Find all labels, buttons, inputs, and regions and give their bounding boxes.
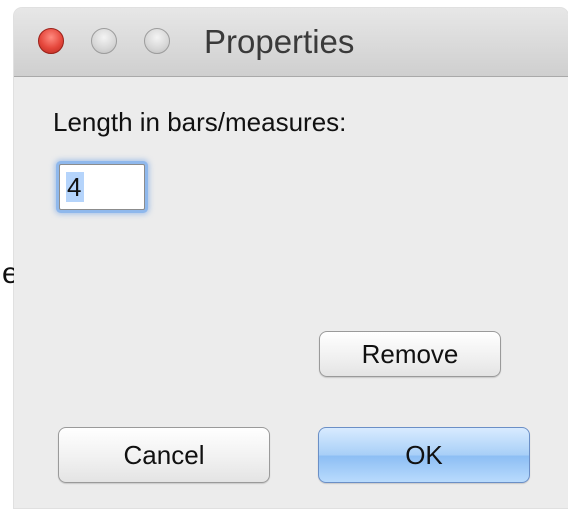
zoom-window-button[interactable] xyxy=(144,28,170,54)
screen: e Properties Length in bars/measures: 4 … xyxy=(0,0,568,515)
cancel-button[interactable]: Cancel xyxy=(58,427,270,483)
remove-button[interactable]: Remove xyxy=(319,331,501,377)
close-window-button[interactable] xyxy=(38,28,64,54)
properties-dialog: Properties Length in bars/measures: 4 Re… xyxy=(14,8,568,508)
dialog-content: Length in bars/measures: 4 Remove Cancel… xyxy=(14,77,568,508)
window-title: Properties xyxy=(204,23,355,60)
length-input[interactable] xyxy=(59,164,145,210)
minimize-window-button[interactable] xyxy=(91,28,117,54)
title-bar[interactable]: Properties xyxy=(14,8,568,77)
length-label: Length in bars/measures: xyxy=(53,107,347,137)
ok-button[interactable]: OK xyxy=(318,427,530,483)
